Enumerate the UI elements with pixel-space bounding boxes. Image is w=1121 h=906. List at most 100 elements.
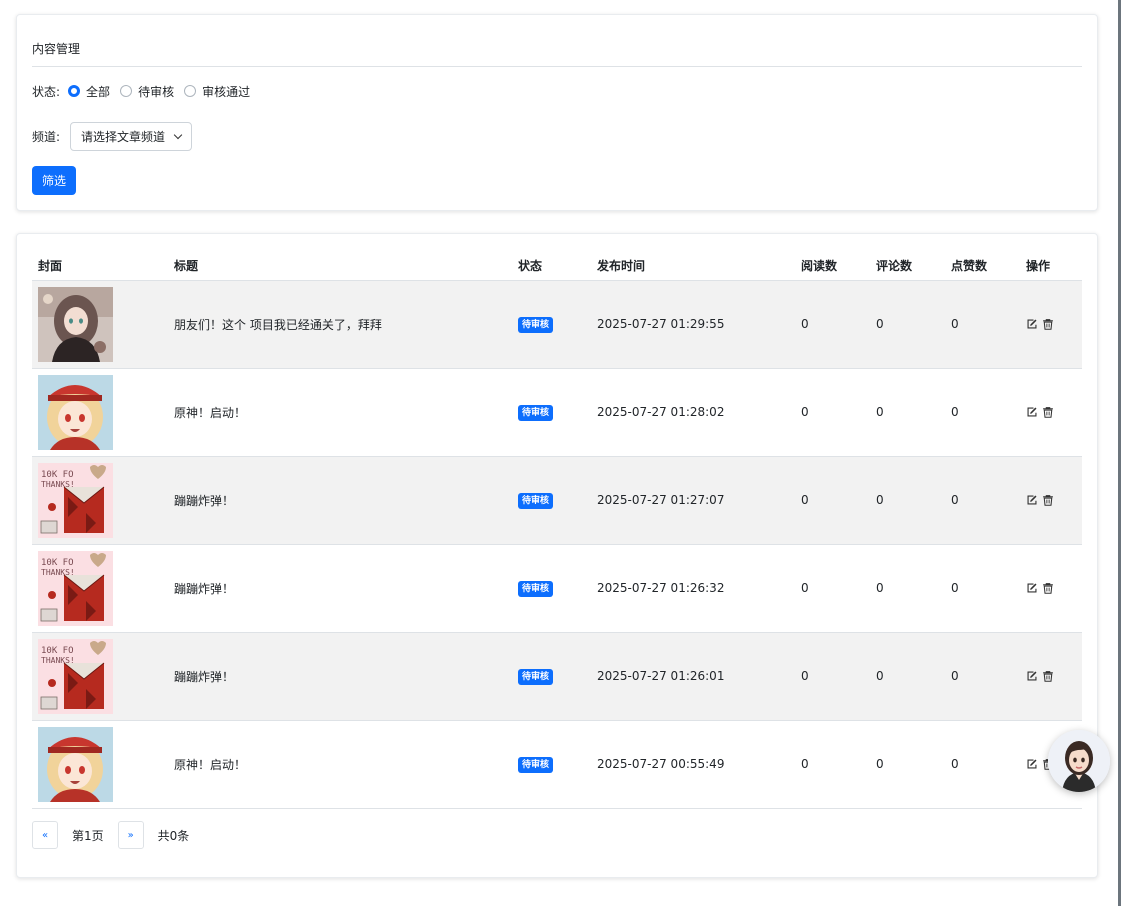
cover-text: 10K FO: [41, 646, 74, 656]
likes-cell: 0: [945, 280, 1020, 369]
status-radio-approved[interactable]: 审核通过: [184, 83, 250, 100]
trash-icon[interactable]: [1042, 318, 1054, 330]
filter-button[interactable]: 筛选: [32, 166, 76, 195]
channel-select-value: 请选择文章频道: [81, 130, 166, 144]
channel-select[interactable]: 请选择文章频道: [70, 122, 193, 151]
cover-image: [38, 374, 113, 450]
likes-cell: 0: [945, 456, 1020, 545]
article-table-card: 封面 标题 状态 发布时间 阅读数 评论数 点赞数 操作 朋友们！这个 项目我已…: [16, 233, 1098, 878]
edit-icon[interactable]: [1026, 670, 1038, 682]
table-header-row: 封面 标题 状态 发布时间 阅读数 评论数 点赞数 操作: [32, 251, 1082, 281]
cover-cell: [32, 368, 168, 457]
reads-cell: 0: [795, 720, 870, 809]
row-actions: [1026, 582, 1082, 594]
pagination: « 第1页 » 共0条: [32, 821, 203, 849]
column-header: 封面: [32, 251, 168, 281]
edit-icon[interactable]: [1026, 758, 1038, 770]
prev-page-button[interactable]: «: [32, 821, 58, 849]
comments-cell: 0: [870, 720, 945, 809]
status-badge: 待审核: [518, 492, 554, 509]
cover-image: 10K FOTHANKS!: [38, 638, 113, 714]
status-label: 状态:: [32, 84, 61, 99]
status-badge: 待审核: [518, 580, 554, 597]
time-cell: 2025-07-27 01:26:32: [591, 544, 795, 633]
cover-text: 10K FO: [41, 470, 74, 480]
actions-cell: [1020, 632, 1082, 721]
radio-icon[interactable]: [120, 85, 133, 97]
table-row: 10K FO THANKS! 蹦蹦炸弹！ 待审核 2025-07-27 01:26:32…: [32, 544, 1082, 633]
edit-icon[interactable]: [1026, 582, 1038, 594]
column-header: 点赞数: [945, 251, 1020, 281]
time-cell: 2025-07-27 01:28:02: [591, 368, 795, 457]
cover-image: [38, 286, 113, 362]
title-cell: 蹦蹦炸弹！: [168, 632, 512, 721]
radio-label: 审核通过: [202, 84, 251, 99]
time-cell: 2025-07-27 01:29:55: [591, 280, 795, 369]
cover-cell: [32, 280, 168, 369]
actions-cell: [1020, 544, 1082, 633]
title-cell: 原神！启动！: [168, 368, 512, 457]
card-title: 内容管理: [32, 42, 81, 56]
table-row: 原神！启动！ 待审核 2025-07-27 01:28:02 0 0 0: [32, 368, 1082, 457]
table-row: 原神！启动！ 待审核 2025-07-27 00:55:49 0 0 0: [32, 720, 1082, 809]
edit-icon[interactable]: [1026, 318, 1038, 330]
comments-cell: 0: [870, 456, 945, 545]
actions-cell: [1020, 368, 1082, 457]
status-badge: 待审核: [518, 316, 554, 333]
row-actions: [1026, 406, 1082, 418]
status-radio-all[interactable]: 全部: [68, 83, 110, 100]
column-header: 评论数: [870, 251, 945, 281]
radio-label: 全部: [86, 84, 111, 99]
table-row: 10K FO THANKS! 蹦蹦炸弹！ 待审核 2025-07-27 01:27:07…: [32, 456, 1082, 545]
row-actions: [1026, 670, 1082, 682]
column-header: 操作: [1020, 251, 1082, 281]
status-badge: 待审核: [518, 756, 554, 773]
reads-cell: 0: [795, 632, 870, 721]
likes-cell: 0: [945, 720, 1020, 809]
status-badge: 待审核: [518, 668, 554, 685]
trash-icon[interactable]: [1042, 406, 1054, 418]
status-badge: 待审核: [518, 404, 554, 421]
status-radio-pending[interactable]: 待审核: [120, 83, 174, 100]
cover-cell: [32, 720, 168, 809]
filter-card: 内容管理 状态: 全部 待审核 审核通过 频道: 请选择文章频道 筛选: [16, 14, 1098, 211]
total-count: 共0条: [157, 828, 190, 843]
title-cell: 朋友们！这个 项目我已经通关了，拜拜: [168, 280, 512, 369]
status-cell: 待审核: [512, 632, 591, 721]
title-cell: 原神！启动！: [168, 720, 512, 809]
avatar-icon: [1048, 730, 1110, 792]
likes-cell: 0: [945, 368, 1020, 457]
edit-icon[interactable]: [1026, 406, 1038, 418]
cover-cell: 10K FO THANKS!: [32, 632, 168, 721]
column-header: 发布时间: [591, 251, 795, 281]
likes-cell: 0: [945, 544, 1020, 633]
channel-filter: 频道: 请选择文章频道: [32, 122, 193, 151]
title-cell: 蹦蹦炸弹！: [168, 456, 512, 545]
column-header: 标题: [168, 251, 512, 281]
trash-icon[interactable]: [1042, 494, 1054, 506]
cover-cell: 10K FO THANKS!: [32, 544, 168, 633]
time-cell: 2025-07-27 01:27:07: [591, 456, 795, 545]
column-header: 状态: [512, 251, 591, 281]
cover-text: 10K FO: [41, 558, 74, 568]
reads-cell: 0: [795, 280, 870, 369]
cover-image: 10K FOTHANKS!: [38, 462, 113, 538]
trash-icon[interactable]: [1042, 582, 1054, 594]
assistant-avatar-button[interactable]: [1048, 730, 1110, 792]
row-actions: [1026, 318, 1082, 330]
radio-icon[interactable]: [184, 85, 197, 97]
next-page-button[interactable]: »: [117, 821, 144, 849]
status-cell: 待审核: [512, 280, 591, 369]
status-cell: 待审核: [512, 456, 591, 545]
status-cell: 待审核: [512, 720, 591, 809]
radio-checked-icon[interactable]: [68, 85, 81, 97]
trash-icon[interactable]: [1042, 670, 1054, 682]
channel-label: 频道:: [32, 130, 61, 144]
status-cell: 待审核: [512, 544, 591, 633]
row-actions: [1026, 494, 1082, 506]
divider: [32, 66, 1082, 67]
article-table: 封面 标题 状态 发布时间 阅读数 评论数 点赞数 操作 朋友们！这个 项目我已…: [32, 251, 1082, 809]
table-row: 10K FO THANKS! 蹦蹦炸弹！ 待审核 2025-07-27 01:26:01…: [32, 632, 1082, 721]
reads-cell: 0: [795, 368, 870, 457]
edit-icon[interactable]: [1026, 494, 1038, 506]
